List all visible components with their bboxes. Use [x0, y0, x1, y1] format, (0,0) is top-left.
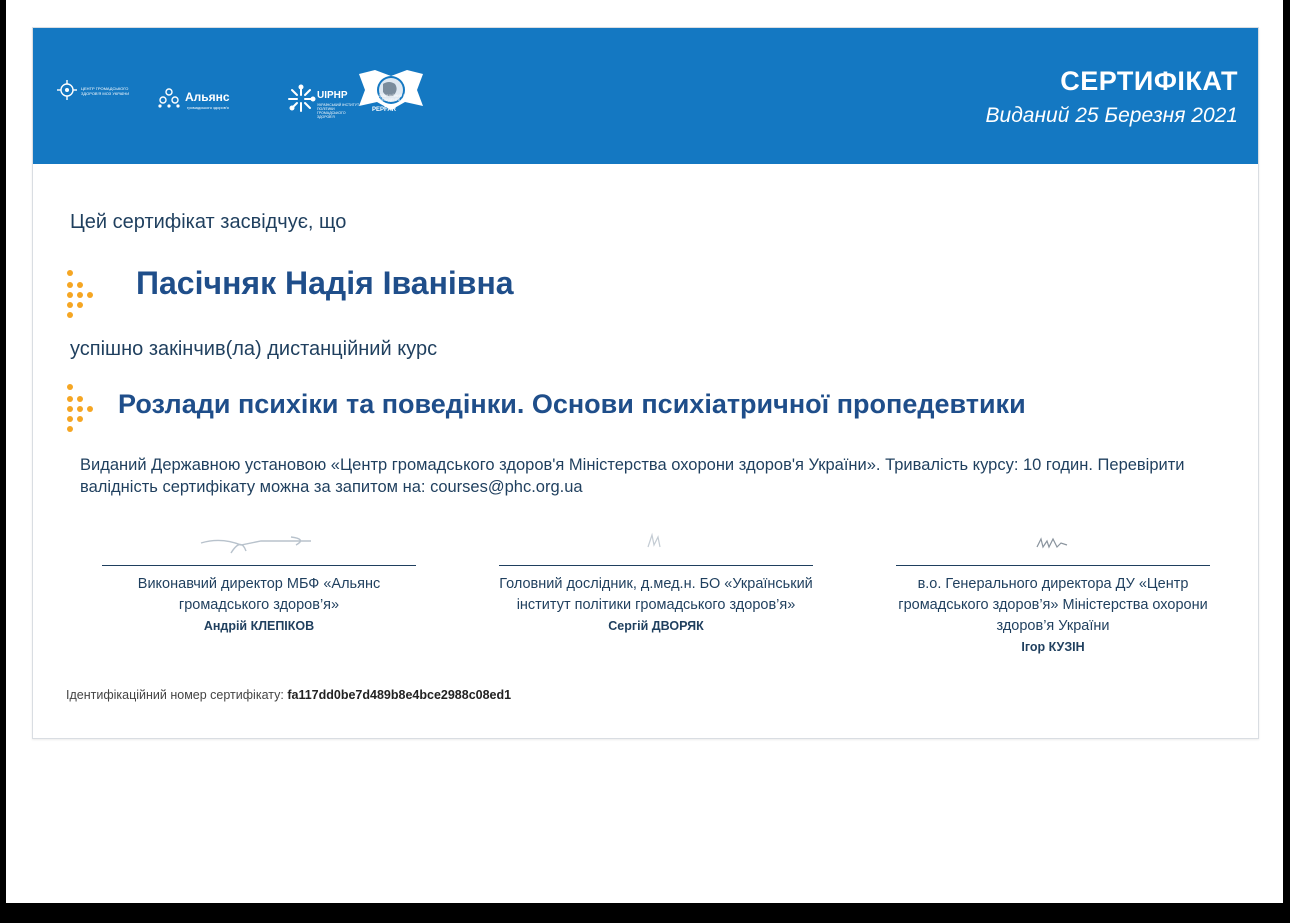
pepfar-subtext: НАДЗВИЧАЙНИЙ ПЛАН ПРЕЗИДЕНТА США — [373, 94, 413, 102]
alliance-logo-icon — [158, 88, 180, 108]
signatory-1-role: Виконавчий директор МБФ «Альянс громадсь… — [137, 576, 381, 613]
course-title: Розлади психіки та поведінки. Основи пси… — [118, 389, 1026, 419]
signature-block-1: Виконавчий директор МБФ «Альянс громадсь… — [101, 523, 417, 636]
signatory-1-name: Андрій КЛЕПІКОВ — [203, 619, 315, 633]
alliance-logo-subtext: громадського здоров'я — [187, 105, 229, 110]
signature-3-icon — [895, 523, 1211, 565]
certificate: ЦЕНТР ГРОМАДСЬКОГО ЗДОРОВ'Я МОЗ УКРАЇНИ … — [32, 27, 1259, 739]
certificate-id-value: fa117dd0be7d489b8e4bce2988c08ed1 — [287, 688, 512, 702]
signature-block-3: в.о. Генерального директора ДУ «Центр гр… — [895, 523, 1211, 657]
phc-logo-text: ЦЕНТР ГРОМАДСЬКОГО ЗДОРОВ'Я МОЗ УКРАЇНИ — [81, 86, 130, 96]
uiphp-logo-text: UIPHP — [317, 90, 348, 101]
accent-dots-icon — [67, 270, 95, 320]
signature-block-2: Головний дослідник, д.мед.н. БО «Українс… — [498, 523, 814, 636]
signature-line — [499, 565, 813, 566]
alliance-logo-text: Альянс — [185, 90, 230, 104]
page: ЦЕНТР ГРОМАДСЬКОГО ЗДОРОВ'Я МОЗ УКРАЇНИ … — [6, 0, 1283, 903]
header-banner: ЦЕНТР ГРОМАДСЬКОГО ЗДОРОВ'Я МОЗ УКРАЇНИ … — [33, 28, 1258, 164]
issue-date: Виданий 25 Березня 2021 — [985, 104, 1238, 127]
signature-line — [102, 565, 416, 566]
completion-text: успішно закінчив(ла) дистанційний курс — [70, 338, 438, 360]
phc-emblem-icon — [57, 80, 77, 100]
signatory-2-role: Головний дослідник, д.мед.н. БО «Українс… — [499, 576, 813, 613]
uiphp-logo-icon — [288, 84, 316, 112]
certificate-id-label: Ідентифікаційний номер сертифікату: — [66, 688, 284, 702]
intro-text: Цей сертифікат засвідчує, що — [70, 211, 347, 233]
signatory-3-role: в.о. Генерального директора ДУ «Центр гр… — [898, 576, 1208, 634]
phc-logo: ЦЕНТР ГРОМАДСЬКОГО ЗДОРОВ'Я МОЗ УКРАЇНИ — [57, 80, 129, 105]
recipient-name: Пасічняк Надія Іванівна — [136, 265, 514, 301]
signature-2-icon — [498, 523, 814, 565]
issuer-description: Виданий Державною установою «Центр грома… — [80, 456, 1185, 496]
certificate-id: Ідентифікаційний номер сертифікату: fa11… — [66, 688, 511, 702]
signature-1-icon — [101, 523, 417, 565]
certificate-title: СЕРТИФІКАТ — [1060, 66, 1238, 96]
accent-dots-icon — [67, 384, 95, 434]
signatory-3-name: Ігор КУЗІН — [1021, 640, 1085, 654]
pepfar-label: PEPFAR — [372, 107, 397, 113]
signatory-2-name: Сергій ДВОРЯК — [608, 619, 704, 633]
signature-line — [896, 565, 1210, 566]
